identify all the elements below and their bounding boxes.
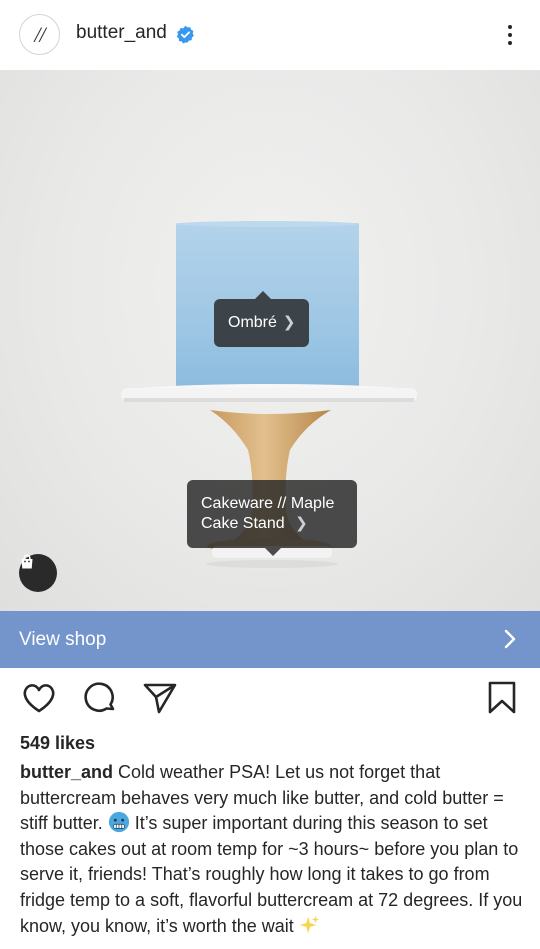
product-tag-line2: Cake Stand: [201, 515, 285, 532]
chevron-right-icon: [504, 629, 516, 649]
post-photo[interactable]: Ombré ❯ Cakeware // Maple Cake Stand ❯: [0, 70, 540, 611]
sparkles-emoji-icon: [299, 915, 319, 933]
heart-icon[interactable]: [21, 680, 57, 716]
share-icon[interactable]: [142, 680, 178, 716]
shopping-bag-icon[interactable]: [19, 554, 57, 592]
view-shop-label: View shop: [19, 628, 107, 650]
post-caption: butter_and Cold weather PSA! Let us not …: [20, 760, 526, 939]
comment-icon[interactable]: [82, 680, 118, 716]
post-header: // butter_and: [0, 0, 540, 70]
likes-count[interactable]: 549 likes: [20, 733, 95, 754]
product-tag-ombre[interactable]: Ombré ❯: [214, 291, 310, 347]
chevron-right-icon: ❯: [282, 314, 296, 331]
username-link[interactable]: butter_and: [76, 22, 167, 44]
more-options-icon[interactable]: [496, 20, 524, 50]
verified-badge-icon: [176, 25, 194, 44]
profile-avatar[interactable]: //: [19, 14, 60, 55]
chevron-right-icon: ❯: [295, 515, 308, 532]
product-tag-label: Ombré: [228, 314, 277, 331]
avatar-logo-text: //: [34, 21, 45, 47]
view-shop-bar[interactable]: View shop: [0, 611, 540, 668]
bag-glyph-icon: [21, 554, 33, 569]
product-tag-text: Cakeware // Maple Cake Stand ❯: [201, 494, 334, 534]
cold-face-emoji-icon: [108, 812, 129, 833]
bookmark-icon[interactable]: [487, 680, 517, 716]
product-tag-line2-row: Cake Stand ❯: [201, 514, 334, 534]
caption-username[interactable]: butter_and: [20, 762, 113, 782]
product-tag-line1: Cakeware // Maple: [201, 495, 335, 512]
action-bar: [0, 680, 540, 722]
product-tag-cake-stand[interactable]: Cakeware // Maple Cake Stand ❯: [187, 480, 357, 556]
